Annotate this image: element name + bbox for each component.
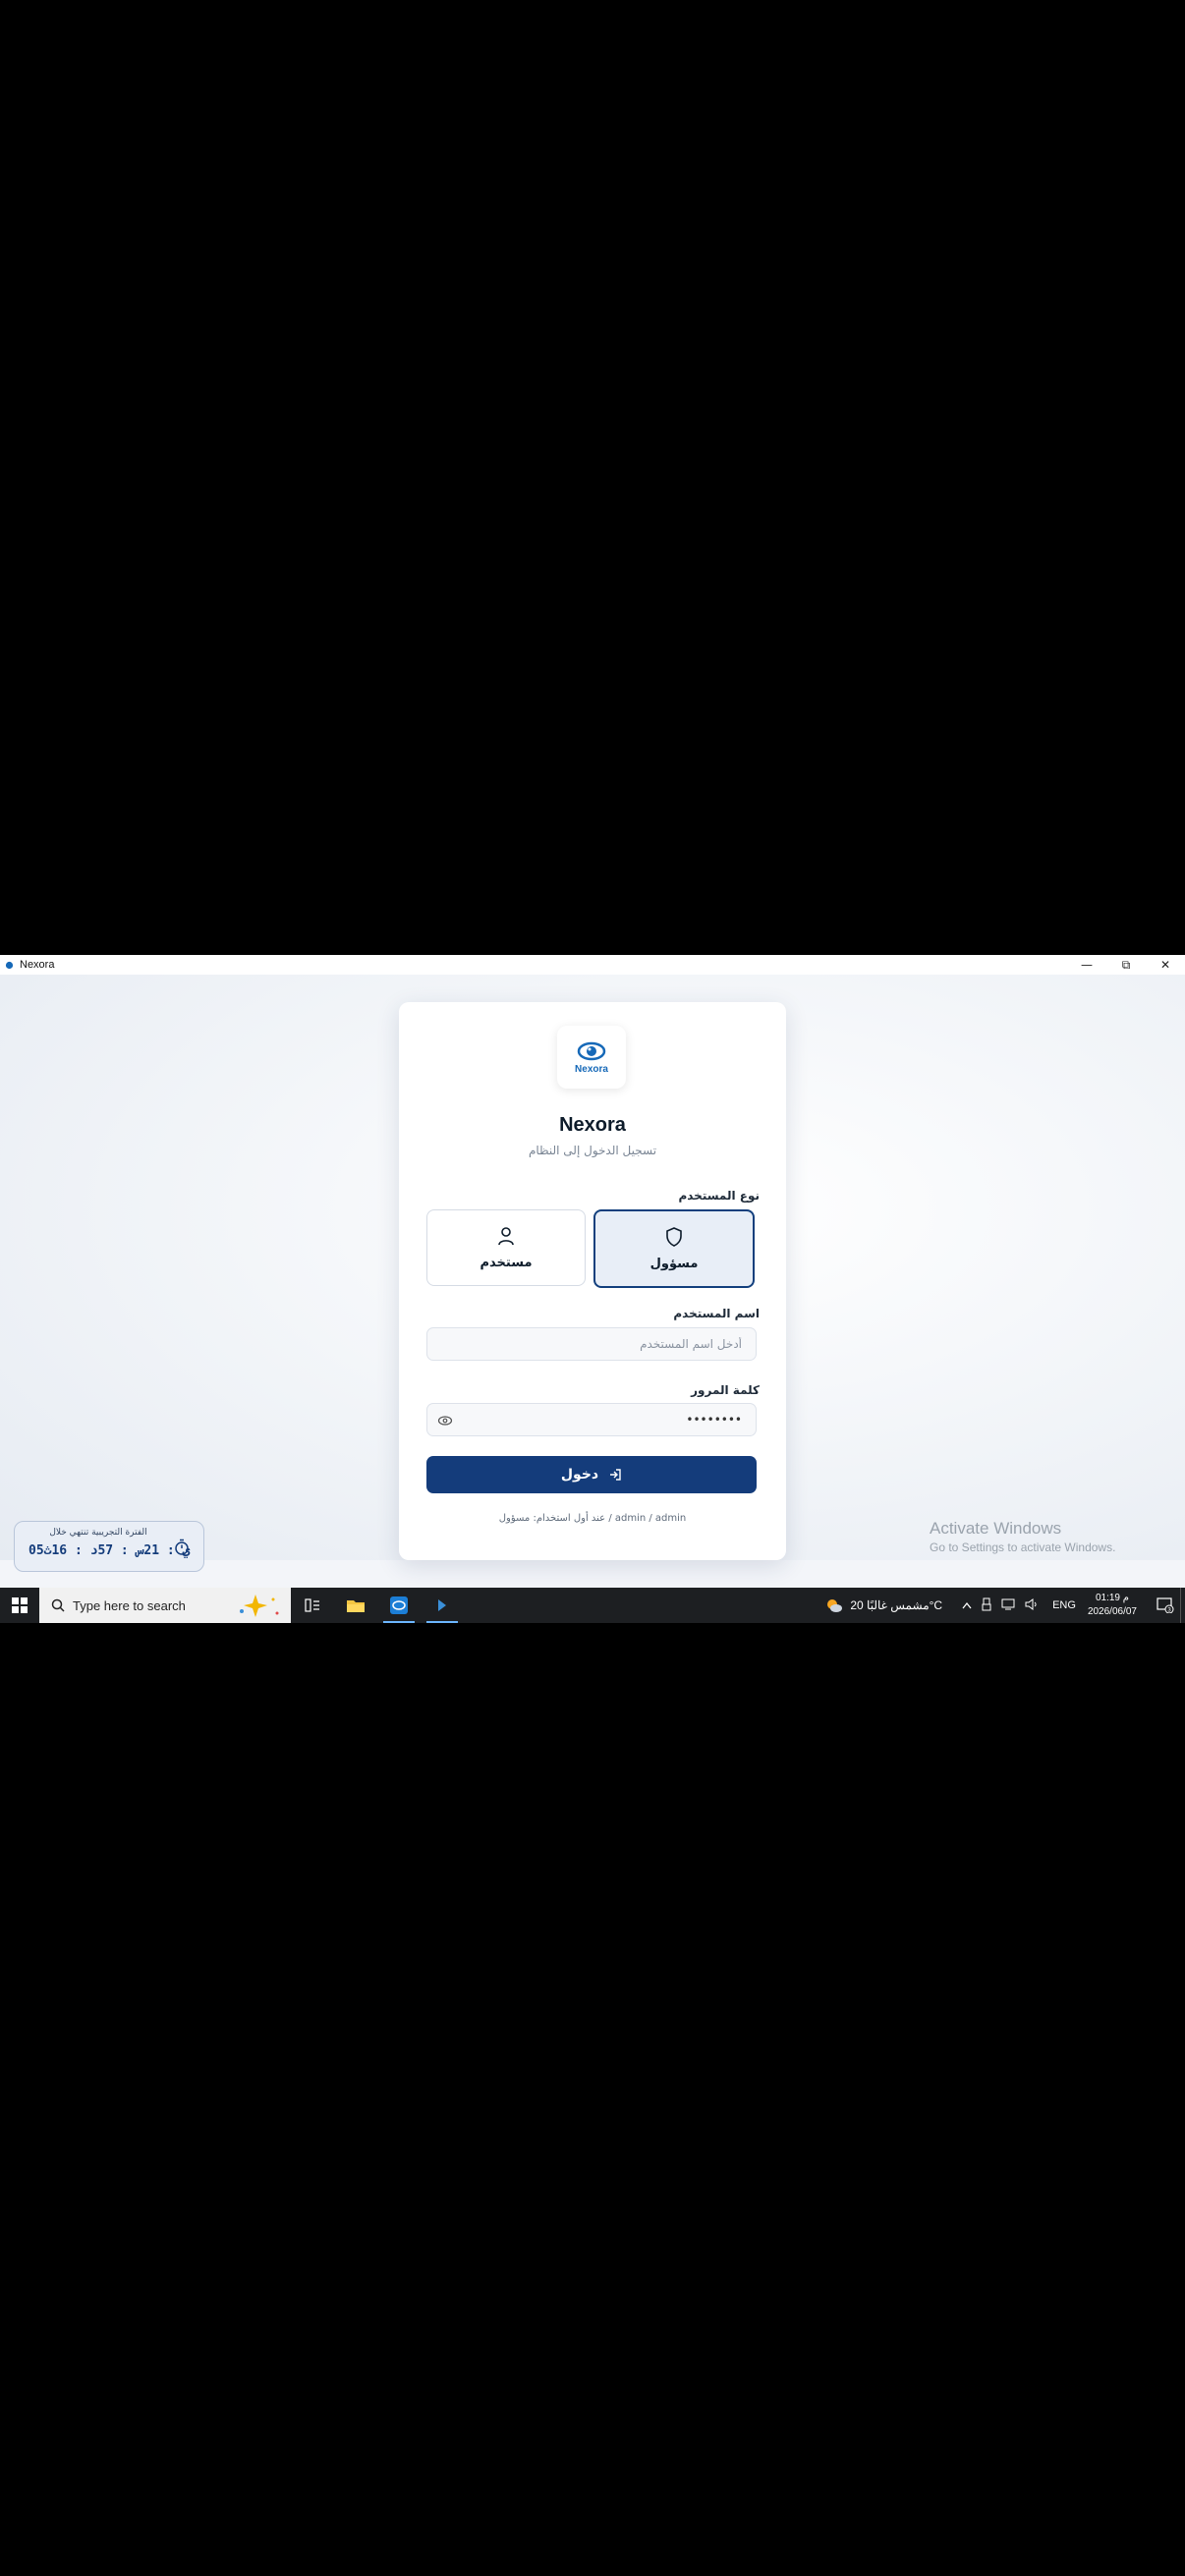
show-desktop-button[interactable]	[1180, 1588, 1185, 1623]
app-icon	[4, 960, 14, 970]
sparkle-icon	[234, 1592, 283, 1622]
login-subtitle: تسجيل الدخول إلى النظام	[528, 1144, 657, 1157]
weather-widget[interactable]: مشمس غالبًا 20°C	[824, 1596, 942, 1614]
file-explorer-button[interactable]	[334, 1588, 377, 1623]
stopwatch-icon	[174, 1539, 190, 1560]
eye-icon[interactable]	[437, 1413, 453, 1431]
taskbar-search[interactable]: Type here to search	[39, 1588, 291, 1623]
weather-text: مشمس غالبًا 20°C	[850, 1598, 943, 1612]
activate-windows-title: Activate Windows	[930, 1519, 1062, 1538]
folder-icon	[347, 1600, 365, 1612]
user-type-admin-label: مسؤول	[649, 1256, 699, 1271]
language-indicator[interactable]: ENG	[1052, 1599, 1076, 1611]
trial-countdown: 05ي : 21س : 57د : 16ث	[28, 1543, 191, 1558]
system-tray: مشمس غالبًا 20°C ENG 01:19 م 2026/06/07 …	[824, 1588, 1185, 1623]
trial-timer-title: الفترة التجريبية تنتهي خلال	[49, 1528, 147, 1538]
sign-in-icon	[608, 1468, 622, 1482]
username-field[interactable]	[426, 1327, 757, 1361]
login-button[interactable]: دخول	[426, 1456, 757, 1493]
clock-date: 2026/06/07	[1087, 1606, 1137, 1617]
volume-icon[interactable]	[1025, 1597, 1039, 1613]
network-icon[interactable]	[1001, 1598, 1015, 1613]
eye-logo-icon	[577, 1041, 606, 1060]
start-button[interactable]	[0, 1588, 39, 1623]
user-type-user-button[interactable]: مستخدم	[426, 1209, 586, 1286]
notifications-button[interactable]: 3	[1151, 1597, 1180, 1613]
notification-icon: 3	[1157, 1597, 1174, 1613]
shield-icon	[666, 1226, 682, 1247]
windows-logo-icon	[12, 1597, 28, 1613]
task-view-icon	[305, 1598, 319, 1612]
first-use-hint: عند أول استخدام: مسؤول / admin / admin	[498, 1513, 687, 1524]
password-input[interactable]	[439, 1412, 744, 1428]
clock-time: 01:19 م	[1095, 1593, 1129, 1603]
logo-text: Nexora	[575, 1063, 608, 1075]
sun-cloud-icon	[827, 1599, 843, 1612]
nexora-app-icon	[390, 1596, 408, 1614]
trial-timer: الفترة التجريبية تنتهي خلال 05ي : 21س : …	[14, 1521, 204, 1572]
nexora-taskbar-button[interactable]	[377, 1588, 421, 1623]
login-button-label: دخول	[560, 1467, 599, 1483]
window-titlebar: Nexora — ⧉ ✕	[0, 955, 1185, 975]
login-card: Nexora Nexora تسجيل الدخول إلى النظام نو…	[399, 1002, 786, 1560]
activate-windows-subtitle: Go to Settings to activate Windows.	[930, 1540, 1116, 1554]
taskbar-clock[interactable]: 01:19 م 2026/06/07	[1088, 1592, 1137, 1619]
user-icon	[498, 1226, 514, 1245]
search-icon	[51, 1598, 65, 1612]
chevron-up-icon[interactable]	[962, 1598, 972, 1612]
active-app-taskbar-button[interactable]	[421, 1588, 464, 1623]
task-view-button[interactable]	[291, 1588, 334, 1623]
taskbar-search-placeholder: Type here to search	[73, 1597, 186, 1613]
password-label: كلمة المرور	[691, 1383, 760, 1397]
minimize-button[interactable]: —	[1067, 955, 1106, 975]
window-title: Nexora	[20, 959, 55, 971]
username-input[interactable]	[439, 1336, 744, 1352]
taskbar: Type here to search مشمس غالبًا 20°C ENG…	[0, 1588, 1185, 1623]
app-name: Nexora	[559, 1114, 626, 1136]
app-icon	[438, 1599, 446, 1611]
usb-icon[interactable]	[982, 1597, 991, 1614]
restore-button[interactable]: ⧉	[1106, 955, 1146, 975]
password-field[interactable]	[426, 1403, 757, 1436]
activate-windows-notice: Activate Windows Go to Settings to activ…	[930, 1519, 1115, 1554]
username-label: اسم المستخدم	[673, 1307, 760, 1320]
user-type-label: نوع المستخدم	[678, 1189, 760, 1203]
close-button[interactable]: ✕	[1146, 955, 1185, 975]
user-type-admin-button[interactable]: مسؤول	[593, 1209, 755, 1288]
user-type-user-label: مستخدم	[480, 1255, 533, 1270]
logo: Nexora	[557, 1026, 626, 1089]
